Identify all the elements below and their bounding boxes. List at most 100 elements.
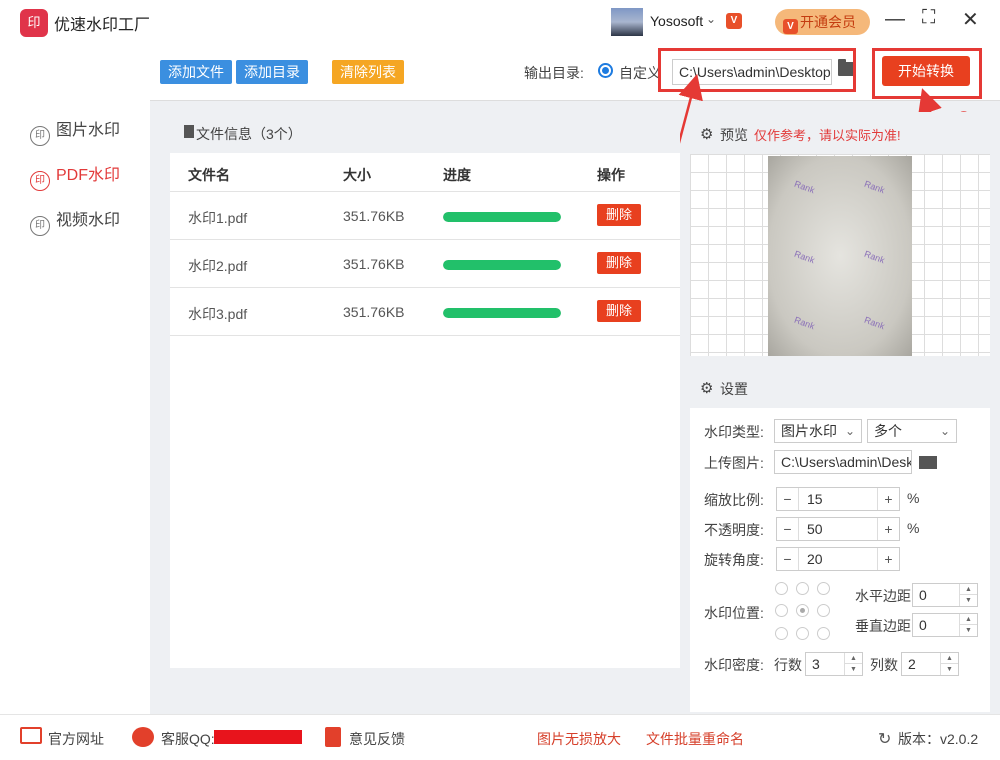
position-top-center[interactable]	[796, 582, 809, 595]
close-icon[interactable]: ✕	[962, 7, 979, 32]
cols-spinner[interactable]: 2 ▲ ▼	[901, 652, 959, 676]
watermark-type-select[interactable]: 图片水印 ⌄	[774, 419, 862, 443]
pdf-feedback-icon[interactable]	[325, 727, 341, 747]
increment-button[interactable]: +	[877, 548, 899, 570]
upload-image-path-input[interactable]: C:\Users\admin\Desktop	[774, 450, 912, 474]
delete-button[interactable]: 删除	[597, 204, 641, 226]
scale-label: 缩放比例:	[704, 492, 764, 508]
chevron-down-icon: ⌄	[939, 424, 950, 438]
progress-fill	[443, 308, 561, 318]
watermark-mark: Rank	[862, 314, 887, 332]
down-arrow-icon[interactable]: ▼	[960, 625, 977, 636]
opacity-stepper[interactable]: −50 +	[776, 517, 900, 541]
watermark-count-select[interactable]: 多个 ⌄	[867, 419, 957, 443]
percent-unit: %	[907, 490, 920, 506]
vip-badge-icon: V	[726, 13, 742, 29]
position-bottom-center[interactable]	[796, 627, 809, 640]
custom-dir-label[interactable]: 自定义	[619, 63, 661, 83]
watermark-type-value: 图片水印	[781, 423, 837, 439]
up-arrow-icon[interactable]: ▲	[941, 653, 958, 664]
up-arrow-icon[interactable]: ▲	[960, 614, 977, 625]
scale-value[interactable]: 15	[807, 488, 823, 510]
watermark-mark: Rank	[792, 178, 817, 196]
rotate-label: 旋转角度:	[704, 552, 764, 568]
add-file-button[interactable]: 添加文件	[160, 60, 232, 84]
vip-button-label: 开通会员	[800, 14, 856, 30]
sidebar-item-pdf-watermark[interactable]: 印 PDF水印	[30, 161, 120, 191]
file-icon	[184, 125, 194, 138]
position-bottom-right[interactable]	[817, 627, 830, 640]
file-name: 水印3.pdf	[188, 306, 248, 322]
preview-note: 仅作参考，请以实际为准!	[754, 128, 901, 143]
maximize-icon[interactable]: ⛶	[922, 7, 935, 29]
watermark-mark: Rank	[792, 248, 817, 266]
folder-icon[interactable]	[919, 456, 937, 469]
clear-list-button[interactable]: 清除列表	[332, 60, 404, 84]
minimize-icon[interactable]: —	[885, 8, 905, 31]
position-bottom-left[interactable]	[775, 627, 788, 640]
delete-button[interactable]: 删除	[597, 252, 641, 274]
down-arrow-icon[interactable]: ▼	[845, 664, 862, 675]
up-arrow-icon[interactable]: ▲	[960, 584, 977, 595]
username[interactable]: Yososoft	[650, 13, 703, 29]
rows-spinner[interactable]: 3 ▲ ▼	[805, 652, 863, 676]
sidebar-item-video-watermark[interactable]: 印视频水印	[30, 206, 120, 236]
image-upscale-link[interactable]: 图片无损放大	[537, 729, 621, 749]
watermark-type-label: 水印类型:	[704, 424, 764, 440]
position-middle-right[interactable]	[817, 604, 830, 617]
custom-dir-radio[interactable]	[598, 63, 613, 78]
position-middle-left[interactable]	[775, 604, 788, 617]
sidebar-item-image-watermark[interactable]: 印图片水印	[30, 116, 120, 146]
up-arrow-icon[interactable]: ▲	[845, 653, 862, 664]
increment-button[interactable]: +	[877, 518, 899, 540]
add-directory-button[interactable]: 添加目录	[236, 60, 308, 84]
cols-value[interactable]: 2	[908, 653, 916, 675]
h-margin-spinner[interactable]: 0 ▲ ▼	[912, 583, 978, 607]
down-arrow-icon[interactable]: ▼	[960, 595, 977, 606]
rotate-value[interactable]: 20	[807, 548, 823, 570]
feedback-link[interactable]: 意见反馈	[349, 729, 405, 749]
position-top-right[interactable]	[817, 582, 830, 595]
website-icon[interactable]	[20, 727, 42, 744]
app-logo-icon: 印	[20, 9, 48, 37]
v-margin-value[interactable]: 0	[919, 614, 927, 636]
density-label: 水印密度:	[704, 657, 764, 673]
column-header-name: 文件名	[188, 167, 230, 183]
refresh-icon[interactable]: ↻	[878, 729, 891, 749]
vip-button[interactable]: V 开通会员	[775, 9, 870, 35]
watermark-mark: Rank	[792, 314, 817, 332]
position-center[interactable]	[796, 604, 809, 617]
increment-button[interactable]: +	[877, 488, 899, 510]
customer-service-icon[interactable]	[132, 727, 154, 747]
spinner-arrows[interactable]: ▲ ▼	[844, 653, 862, 675]
avatar[interactable]	[611, 8, 643, 36]
delete-button[interactable]: 删除	[597, 300, 641, 322]
spinner-arrows[interactable]: ▲ ▼	[959, 584, 977, 606]
stamp-icon: 印	[30, 171, 50, 191]
rotate-stepper[interactable]: −20 +	[776, 547, 900, 571]
decrement-button[interactable]: −	[777, 488, 799, 510]
chevron-down-icon: ⌄	[844, 424, 855, 438]
file-name: 水印2.pdf	[188, 258, 248, 274]
website-link[interactable]: 官方网址	[48, 729, 104, 749]
decrement-button[interactable]: −	[777, 548, 799, 570]
down-arrow-icon[interactable]: ▼	[941, 664, 958, 675]
rows-value[interactable]: 3	[812, 653, 820, 675]
annotation-box-1	[658, 48, 856, 92]
row-divider	[170, 287, 680, 288]
v-margin-spinner[interactable]: 0 ▲ ▼	[912, 613, 978, 637]
chevron-down-icon[interactable]: ⌄	[706, 12, 716, 26]
position-top-left[interactable]	[775, 582, 788, 595]
scale-stepper[interactable]: −15 +	[776, 487, 900, 511]
decrement-button[interactable]: −	[777, 518, 799, 540]
vip-icon: V	[783, 19, 798, 34]
file-size: 351.76KB	[343, 304, 405, 320]
spinner-arrows[interactable]: ▲ ▼	[940, 653, 958, 675]
qq-label[interactable]: 客服QQ:	[161, 729, 215, 749]
batch-rename-link[interactable]: 文件批量重命名	[646, 729, 744, 749]
version-label: 版本：v2.0.2	[898, 731, 979, 747]
spinner-arrows[interactable]: ▲ ▼	[959, 614, 977, 636]
h-margin-value[interactable]: 0	[919, 584, 927, 606]
column-header-progress: 进度	[443, 167, 471, 183]
opacity-value[interactable]: 50	[807, 518, 823, 540]
